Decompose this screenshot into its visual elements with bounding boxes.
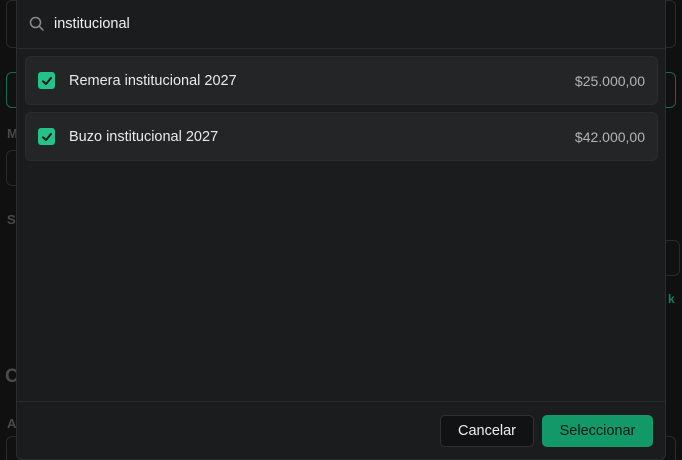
bg-label-a: A xyxy=(7,416,17,431)
item-price: $25.000,00 xyxy=(574,72,645,89)
list-item[interactable]: Remera institucional 2027 $25.000,00 xyxy=(25,56,658,105)
product-list: Remera institucional 2027 $25.000,00 Buz… xyxy=(25,56,658,168)
check-icon xyxy=(41,132,52,141)
item-label: Buzo institucional 2027 xyxy=(69,128,219,145)
list-item[interactable]: Buzo institucional 2027 $42.000,00 xyxy=(25,112,658,161)
search-input[interactable] xyxy=(54,16,614,32)
cancel-button[interactable]: Cancelar xyxy=(440,414,534,447)
product-picker-modal: Remera institucional 2027 $25.000,00 Buz… xyxy=(16,0,666,460)
bg-label-s: S xyxy=(7,212,16,227)
modal-footer: Cancelar Seleccionar xyxy=(17,401,665,459)
search-icon xyxy=(29,16,45,32)
checkbox-checked[interactable] xyxy=(38,128,55,145)
item-price: $42.000,00 xyxy=(574,128,645,145)
bg-link-fragment: k xyxy=(668,292,675,306)
checkbox-checked[interactable] xyxy=(38,72,55,89)
check-icon xyxy=(41,76,52,85)
search-bar xyxy=(17,0,665,49)
select-button[interactable]: Seleccionar xyxy=(542,414,653,447)
item-label: Remera institucional 2027 xyxy=(69,72,237,89)
